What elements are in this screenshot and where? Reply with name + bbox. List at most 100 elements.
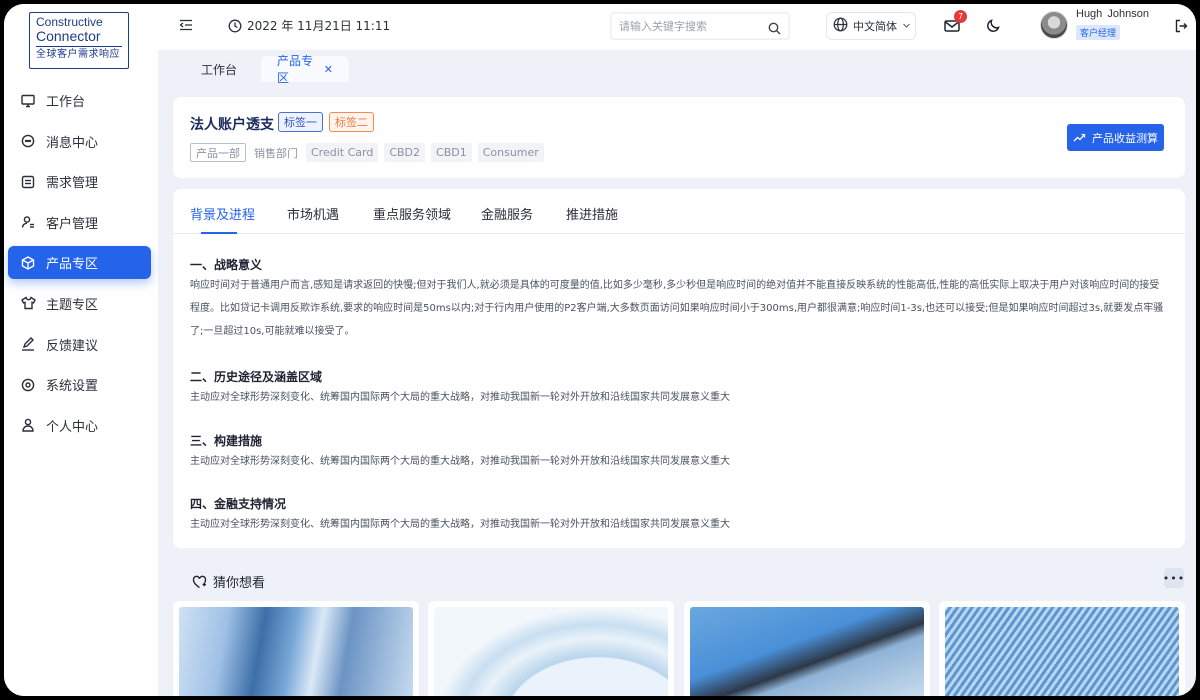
product-chip: Consumer	[477, 143, 544, 162]
language-label: 中文简体	[853, 20, 897, 33]
user-name: Hugh Johnson	[1076, 8, 1149, 20]
cube-icon	[20, 255, 36, 271]
active-tab-indicator	[201, 232, 237, 234]
section-body: 响应时间对于普通用户而言,感知是请求返回的快慢;但对于我们人,就必须是具体的可度…	[190, 280, 1164, 337]
search-box[interactable]	[610, 12, 790, 40]
calc-revenue-button[interactable]: 产品收益测算	[1067, 124, 1164, 151]
app-logo[interactable]: Constructive Connector 全球客户需求响应	[29, 12, 129, 69]
sidebar-item-topics[interactable]: 主题专区	[4, 287, 158, 320]
section-body: 主动应对全球形势深刻变化、统筹国内国际两个大局的重大战略，对推动我国新一轮对外开…	[190, 519, 730, 530]
sidebar-item-workbench[interactable]: 工作台	[4, 84, 158, 117]
product-detail-card: 背景及进程 市场机遇 重点服务领域 金融服务 推进措施 一、战略意义 响应时间对…	[173, 189, 1185, 548]
building-image	[690, 607, 924, 696]
recommend-title-text: 猜你想看	[213, 576, 266, 591]
globe-icon	[833, 17, 848, 35]
user-role-badge: 客户经理	[1076, 25, 1121, 40]
tab-market[interactable]: 市场机遇	[287, 204, 339, 223]
search-input[interactable]	[619, 19, 759, 33]
tab-financial[interactable]: 金融服务	[481, 204, 533, 223]
section-title: 四、金融支持情况	[190, 497, 287, 511]
search-icon[interactable]	[768, 20, 781, 39]
mail-badge: 7	[954, 10, 967, 23]
sidebar-item-requirements[interactable]: 需求管理	[4, 165, 158, 198]
sidebar-item-label: 消息中心	[46, 135, 99, 151]
shirt-icon	[20, 295, 36, 311]
app-window: Constructive Connector 全球客户需求响应 工作台 消息中心…	[4, 4, 1196, 696]
sidebar-item-label: 需求管理	[46, 176, 99, 192]
sidebar-item-label: 系统设置	[46, 379, 99, 395]
section-title: 一、战略意义	[190, 258, 263, 272]
chat-icon	[20, 133, 36, 149]
person-icon	[20, 417, 36, 433]
chevron-down-icon	[902, 20, 911, 33]
calc-button-label: 产品收益测算	[1092, 132, 1158, 145]
dark-mode-icon[interactable]	[986, 18, 1001, 37]
product-header-card: 法人账户透支 标签一 标签二 产品一部 销售部门 Credit Card CBD…	[173, 97, 1185, 178]
tab-products[interactable]: 产品专区 ✕	[261, 54, 349, 85]
sidebar-item-label: 客户管理	[46, 216, 99, 232]
clock-icon	[228, 19, 242, 32]
datetime-display: 2022 年 11月21日 11:11	[228, 17, 390, 34]
language-select[interactable]: 中文简体	[826, 12, 916, 40]
tab-measures[interactable]: 推进措施	[566, 204, 618, 223]
logout-icon[interactable]	[1174, 18, 1188, 37]
heart-icon	[192, 575, 207, 588]
sidebar-item-label: 产品专区	[46, 257, 99, 273]
product-chip: Credit Card	[306, 143, 379, 162]
section-title: 三、构建措施	[190, 434, 263, 448]
close-icon[interactable]: ✕	[324, 63, 333, 76]
section-body: 主动应对全球形势深刻变化、统筹国内国际两个大局的重大战略，对推动我国新一轮对外开…	[190, 392, 730, 403]
pen-icon	[20, 336, 36, 352]
building-image	[179, 607, 413, 696]
more-options-button[interactable]: •••	[1163, 568, 1184, 588]
product-chip: CBD2	[384, 143, 426, 162]
sidebar-item-label: 反馈建议	[46, 338, 99, 354]
section-body: 主动应对全球形势深刻变化、统筹国内国际两个大局的重大战略，对推动我国新一轮对外开…	[190, 456, 730, 467]
user-manage-icon	[20, 214, 36, 230]
sidebar: Constructive Connector 全球客户需求响应 工作台 消息中心…	[4, 4, 158, 696]
sidebar-item-settings[interactable]: 系统设置	[4, 368, 158, 401]
sidebar-item-customers[interactable]: 客户管理	[4, 206, 158, 239]
monitor-icon	[20, 93, 36, 109]
recommend-card[interactable]	[684, 601, 930, 696]
product-chips: 产品一部 销售部门 Credit Card CBD2 CBD1 Consumer	[190, 143, 550, 162]
logo-tagline: 全球客户需求响应	[36, 49, 120, 60]
sidebar-item-feedback[interactable]: 反馈建议	[4, 328, 158, 361]
tab-workbench[interactable]: 工作台	[185, 56, 253, 82]
sidebar-item-profile[interactable]: 个人中心	[4, 409, 158, 442]
page-tabs: 工作台 产品专区 ✕	[158, 50, 1196, 85]
datetime-text: 2022 年 11月21日 11:11	[247, 19, 391, 33]
product-title: 法人账户透支	[190, 117, 274, 133]
logo-divider	[36, 46, 122, 47]
sidebar-nav: 工作台 消息中心 需求管理 客户管理 产品专区 主题专区 反馈建议 系统设置 个…	[4, 84, 158, 449]
recommend-card[interactable]	[939, 601, 1185, 696]
sidebar-item-label: 主题专区	[46, 297, 99, 313]
product-tag: 标签二	[329, 112, 374, 132]
product-chip: 产品一部	[190, 143, 246, 162]
sidebar-item-label: 个人中心	[46, 419, 99, 435]
recommend-title: 猜你想看	[192, 572, 265, 591]
product-chip: CBD1	[431, 143, 472, 162]
product-tag: 标签一	[278, 112, 323, 132]
recommend-card[interactable]	[428, 601, 674, 696]
section-title: 二、历史途径及涵盖区域	[190, 370, 323, 384]
sidebar-item-label: 工作台	[46, 95, 86, 110]
content-tabs: 背景及进程 市场机遇 重点服务领域 金融服务 推进措施	[173, 189, 1185, 234]
sidebar-item-products[interactable]: 产品专区	[8, 246, 151, 280]
building-image	[434, 607, 668, 696]
product-chip: 销售部门	[254, 146, 298, 160]
tab-key-services[interactable]: 重点服务领域	[373, 204, 451, 223]
logo-line2: Connector	[36, 28, 101, 44]
list-icon	[20, 174, 36, 190]
building-image	[945, 607, 1179, 696]
settings-icon	[20, 377, 36, 393]
recommend-card[interactable]	[173, 601, 419, 696]
sidebar-item-messages[interactable]: 消息中心	[4, 125, 158, 158]
trend-chart-icon	[1073, 133, 1086, 142]
collapse-sidebar-icon[interactable]	[178, 17, 198, 37]
tab-label: 产品专区	[277, 54, 314, 85]
top-bar: 2022 年 11月21日 11:11 中文简体 7 Hugh Johnson …	[158, 4, 1196, 50]
tab-label: 工作台	[201, 62, 238, 77]
avatar[interactable]	[1040, 11, 1068, 39]
tab-background[interactable]: 背景及进程	[190, 204, 255, 223]
